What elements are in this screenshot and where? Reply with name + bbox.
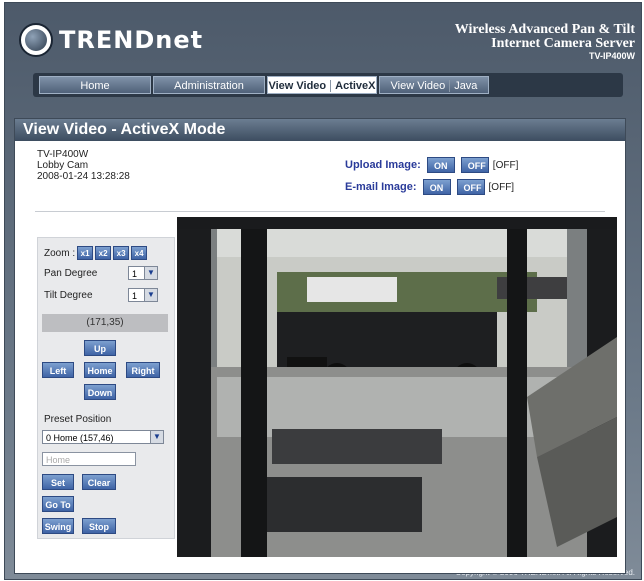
right-button[interactable]: Right: [126, 362, 160, 378]
swing-button[interactable]: Swing: [42, 518, 74, 534]
main-panel: View Video - ActiveX Mode TV-IP400W Lobb…: [14, 118, 626, 574]
video-viewer[interactable]: [177, 217, 617, 557]
left-button[interactable]: Left: [42, 362, 74, 378]
email-image-label: E-mail Image:: [345, 181, 417, 193]
email-off-button[interactable]: OFF: [456, 179, 485, 195]
brand-logo: TRENDnet: [19, 23, 203, 57]
nav-java-label: Java: [454, 80, 478, 92]
home-button[interactable]: Home: [84, 362, 116, 378]
preset-set-button[interactable]: Set: [42, 474, 74, 490]
preset-position-label: Preset Position: [44, 414, 112, 425]
chevron-down-icon: ▼: [144, 267, 157, 279]
product-line-1: Wireless Advanced Pan & Tilt: [454, 22, 635, 37]
down-button[interactable]: Down: [84, 384, 116, 400]
upload-on-button[interactable]: ON: [426, 157, 455, 173]
chevron-down-icon: ▼: [144, 289, 157, 301]
preset-position-select[interactable]: 0 Home (157,46) ▼: [42, 430, 164, 444]
camera-model: TV-IP400W: [37, 149, 89, 160]
tilt-degree-select[interactable]: 1 ▼: [128, 288, 158, 302]
video-feed-image: [177, 217, 617, 557]
position-readout: (171,35): [42, 314, 168, 332]
email-state: [OFF]: [488, 181, 515, 193]
nav-activex-label: ActiveX: [335, 80, 376, 92]
pan-degree-value: 1: [132, 269, 138, 279]
camera-name: Lobby Cam: [37, 160, 89, 171]
nav-separator: [449, 80, 451, 93]
upload-image-row: Upload Image: ON OFF [OFF]: [345, 157, 518, 173]
product-title: Wireless Advanced Pan & Tilt Internet Ca…: [455, 23, 635, 62]
nav-view-video-activex[interactable]: View Video ActiveX: [267, 76, 377, 94]
nav-separator: [330, 80, 332, 93]
zoom-x1-button[interactable]: x1: [77, 246, 94, 260]
zoom-x2-button[interactable]: x2: [95, 246, 112, 260]
upload-state: [OFF]: [492, 159, 519, 171]
upload-image-label: Upload Image:: [345, 159, 421, 171]
main-nav: Home Administration View Video ActiveX Vi…: [33, 73, 623, 97]
header: TRENDnet Wireless Advanced Pan & Tilt In…: [5, 3, 641, 67]
camera-datetime: 2008-01-24 13:28:28: [37, 171, 130, 182]
pan-degree-select[interactable]: 1 ▼: [128, 266, 158, 280]
upload-off-button[interactable]: OFF: [460, 157, 489, 173]
email-image-row: E-mail Image: ON OFF [OFF]: [345, 179, 514, 195]
tilt-degree-label: Tilt Degree: [44, 290, 93, 301]
zoom-x4-button[interactable]: x4: [131, 246, 148, 260]
camera-info: TV-IP400W Lobby Cam 2008-01-24 13:28:28: [37, 149, 130, 182]
page-title: View Video - ActiveX Mode: [15, 119, 625, 141]
divider: [35, 211, 605, 212]
product-line-2: Internet Camera Server: [491, 36, 635, 51]
nav-view-video-label: View Video: [390, 80, 446, 92]
up-button[interactable]: Up: [84, 340, 116, 356]
nav-view-video-label: View Video: [268, 80, 327, 92]
zoom-label: Zoom :: [44, 247, 76, 259]
pan-degree-label: Pan Degree: [44, 268, 98, 279]
chevron-down-icon: ▼: [150, 431, 163, 443]
email-on-button[interactable]: ON: [422, 179, 451, 195]
tilt-degree-value: 1: [132, 291, 138, 301]
brand-name: TRENDnet: [59, 26, 204, 54]
trendnet-logo-icon: [19, 23, 53, 57]
nav-administration[interactable]: Administration: [153, 76, 265, 94]
ptz-control-panel: Zoom : x1 x2 x3 x4 Pan Degree 1 ▼ Tilt D…: [37, 237, 175, 539]
stop-button[interactable]: Stop: [82, 518, 116, 534]
preset-position-value: 0 Home (157,46): [46, 433, 114, 443]
zoom-x3-button[interactable]: x3: [113, 246, 130, 260]
nav-home[interactable]: Home: [39, 76, 151, 94]
preset-goto-button[interactable]: Go To: [42, 496, 74, 512]
preset-clear-button[interactable]: Clear: [82, 474, 116, 490]
preset-name-input[interactable]: Home: [42, 452, 136, 466]
product-model: TV-IP400W: [588, 51, 635, 61]
zoom-controls: Zoom : x1 x2 x3 x4: [44, 246, 148, 260]
nav-view-video-java[interactable]: View Video Java: [379, 76, 489, 94]
